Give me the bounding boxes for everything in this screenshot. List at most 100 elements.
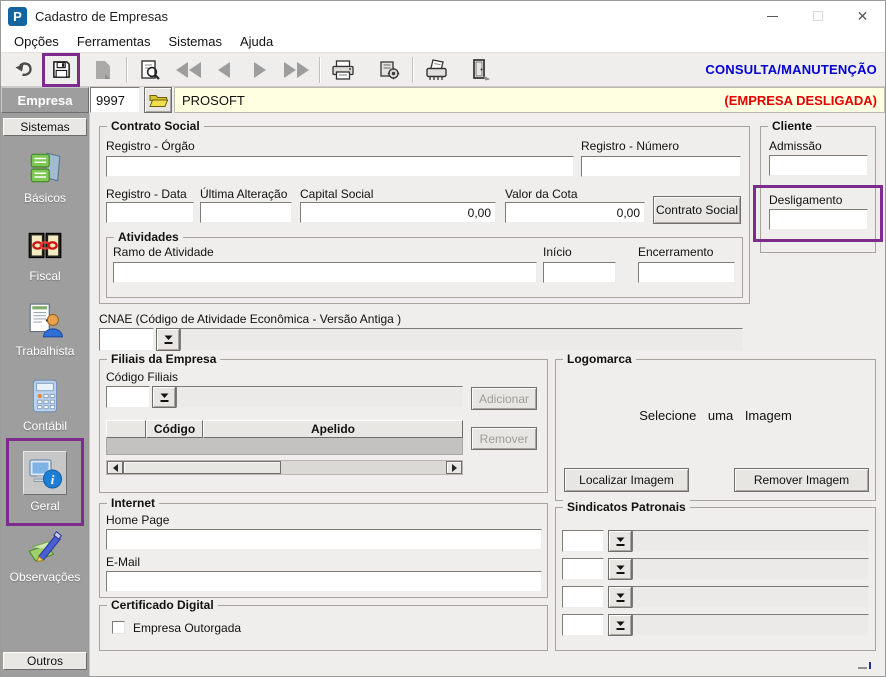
group-title: Internet bbox=[107, 496, 159, 510]
preview-button[interactable] bbox=[134, 56, 166, 84]
delete-record-button[interactable] bbox=[420, 56, 452, 84]
menu-opcoes[interactable]: Opções bbox=[5, 32, 68, 51]
company-code-field[interactable]: 9997 bbox=[90, 87, 140, 113]
sindicato-3-dropdown-button[interactable] bbox=[608, 586, 632, 608]
sindicato-1-code-input[interactable] bbox=[562, 530, 604, 552]
nav-previous-button[interactable] bbox=[208, 56, 240, 84]
registro-orgao-label: Registro - Órgão bbox=[106, 139, 195, 153]
new-record-button-disabled[interactable] bbox=[87, 56, 119, 84]
registro-orgao-input[interactable] bbox=[106, 156, 574, 177]
email-input[interactable] bbox=[106, 571, 542, 592]
resize-grip[interactable] bbox=[858, 662, 871, 669]
undo-button[interactable] bbox=[9, 56, 41, 84]
menubar: Opções Ferramentas Sistemas Ajuda bbox=[1, 31, 885, 52]
valor-cota-input[interactable]: 0,00 bbox=[505, 202, 645, 223]
adicionar-button[interactable]: Adicionar bbox=[471, 387, 537, 410]
dropdown-arrow-icon bbox=[163, 334, 174, 345]
menu-ajuda[interactable]: Ajuda bbox=[231, 32, 282, 51]
dropdown-arrow-icon bbox=[615, 620, 626, 631]
scroll-left-button[interactable] bbox=[107, 461, 123, 474]
codigo-filiais-input[interactable] bbox=[106, 386, 150, 408]
main-panel: Contrato Social Registro - Órgão Registr… bbox=[89, 113, 886, 677]
menu-sistemas[interactable]: Sistemas bbox=[160, 32, 231, 51]
desligamento-input[interactable] bbox=[769, 209, 868, 230]
inicio-input[interactable] bbox=[543, 262, 616, 283]
registro-numero-label: Registro - Número bbox=[581, 139, 679, 153]
first-record-icon bbox=[176, 62, 201, 78]
filiais-dropdown-button[interactable] bbox=[152, 386, 176, 408]
sindicato-1-dropdown-button[interactable] bbox=[608, 530, 632, 552]
close-button[interactable]: ✕ bbox=[840, 1, 885, 31]
admissao-input[interactable] bbox=[769, 155, 868, 176]
app-icon: P bbox=[8, 7, 27, 26]
cnae-dropdown-button[interactable] bbox=[156, 328, 180, 351]
sidebar-item-basicos[interactable]: Básicos bbox=[1, 149, 89, 205]
window-title: Cadastro de Empresas bbox=[35, 9, 168, 24]
print-setup-button[interactable] bbox=[373, 56, 405, 84]
menu-ferramentas[interactable]: Ferramentas bbox=[68, 32, 160, 51]
maximize-button[interactable] bbox=[795, 1, 840, 31]
valor-cota-label: Valor da Cota bbox=[505, 187, 578, 201]
localizar-imagem-button[interactable]: Localizar Imagem bbox=[564, 468, 689, 492]
sindicato-3-code-input[interactable] bbox=[562, 586, 604, 608]
scrollbar-track[interactable] bbox=[281, 461, 446, 474]
app-window: P Cadastro de Empresas ✕ Opções Ferramen… bbox=[0, 0, 886, 677]
save-button[interactable] bbox=[45, 56, 77, 84]
sindicato-2-code-input[interactable] bbox=[562, 558, 604, 580]
toolbar-separator bbox=[319, 57, 320, 83]
nav-first-button[interactable] bbox=[172, 56, 204, 84]
sindicato-4-code-input[interactable] bbox=[562, 614, 604, 636]
toolbar-separator bbox=[126, 57, 127, 83]
sidebar-item-contabil[interactable]: Contábil bbox=[1, 377, 89, 433]
minimize-button[interactable] bbox=[750, 1, 795, 31]
scrollbar-thumb[interactable] bbox=[123, 461, 281, 474]
sidebar-item-geral[interactable]: i Geral bbox=[1, 451, 89, 513]
sindicato-4-dropdown-button[interactable] bbox=[608, 614, 632, 636]
ultima-alteracao-input[interactable] bbox=[200, 202, 292, 223]
last-record-icon bbox=[284, 62, 309, 78]
sidebar-outros-button[interactable]: Outros bbox=[3, 652, 87, 670]
folder-open-icon bbox=[149, 93, 168, 108]
capital-social-input[interactable]: 0,00 bbox=[300, 202, 496, 223]
fiscal-icon bbox=[26, 227, 64, 265]
cnae-code-input[interactable] bbox=[99, 328, 154, 351]
open-company-button[interactable] bbox=[144, 87, 172, 113]
print-button[interactable] bbox=[327, 56, 359, 84]
remover-button[interactable]: Remover bbox=[471, 427, 537, 450]
codigo-filiais-label: Código Filiais bbox=[106, 370, 178, 384]
shredder-icon bbox=[424, 58, 449, 81]
ramo-atividade-label: Ramo de Atividade bbox=[113, 245, 214, 259]
filiais-table-empty-row[interactable] bbox=[106, 438, 463, 455]
nav-next-button[interactable] bbox=[244, 56, 276, 84]
trabalhista-icon bbox=[26, 302, 64, 340]
empresa-outorgada-checkbox[interactable] bbox=[112, 621, 125, 634]
capital-social-label: Capital Social bbox=[300, 187, 373, 201]
ramo-atividade-input[interactable] bbox=[113, 262, 537, 283]
group-title: Filiais da Empresa bbox=[107, 352, 220, 366]
encerramento-input[interactable] bbox=[638, 262, 735, 283]
ultima-alteracao-label: Última Alteração bbox=[200, 187, 287, 201]
sidebar-sistemas-button[interactable]: Sistemas bbox=[3, 118, 87, 136]
sidebar-item-trabalhista[interactable]: Trabalhista bbox=[1, 302, 89, 358]
sidebar-item-label: Contábil bbox=[1, 419, 89, 433]
registro-data-input[interactable] bbox=[106, 202, 194, 223]
nav-last-button[interactable] bbox=[280, 56, 312, 84]
registro-numero-input[interactable] bbox=[581, 156, 741, 177]
sidebar-item-observacoes[interactable]: Observações bbox=[1, 528, 89, 584]
contrato-social-button[interactable]: Contrato Social bbox=[653, 196, 741, 224]
home-page-input[interactable] bbox=[106, 529, 542, 550]
sindicato-2-description-field bbox=[632, 558, 869, 580]
group-internet: Internet Home Page E-Mail bbox=[99, 503, 548, 598]
dropdown-arrow-icon bbox=[615, 564, 626, 575]
remover-imagem-button[interactable]: Remover Imagem bbox=[734, 468, 869, 492]
group-sindicatos: Sindicatos Patronais bbox=[555, 507, 876, 651]
sindicato-2-dropdown-button[interactable] bbox=[608, 558, 632, 580]
sidebar-item-fiscal[interactable]: Fiscal bbox=[1, 227, 89, 283]
encerramento-label: Encerramento bbox=[638, 245, 713, 259]
exit-button[interactable] bbox=[464, 56, 496, 84]
company-name-field[interactable]: PROSOFT (EMPRESA DESLIGADA) bbox=[174, 87, 885, 113]
group-title: Certificado Digital bbox=[107, 598, 218, 612]
scroll-right-button[interactable] bbox=[446, 461, 462, 474]
close-icon: ✕ bbox=[857, 9, 869, 23]
scroll-right-icon bbox=[452, 464, 457, 472]
